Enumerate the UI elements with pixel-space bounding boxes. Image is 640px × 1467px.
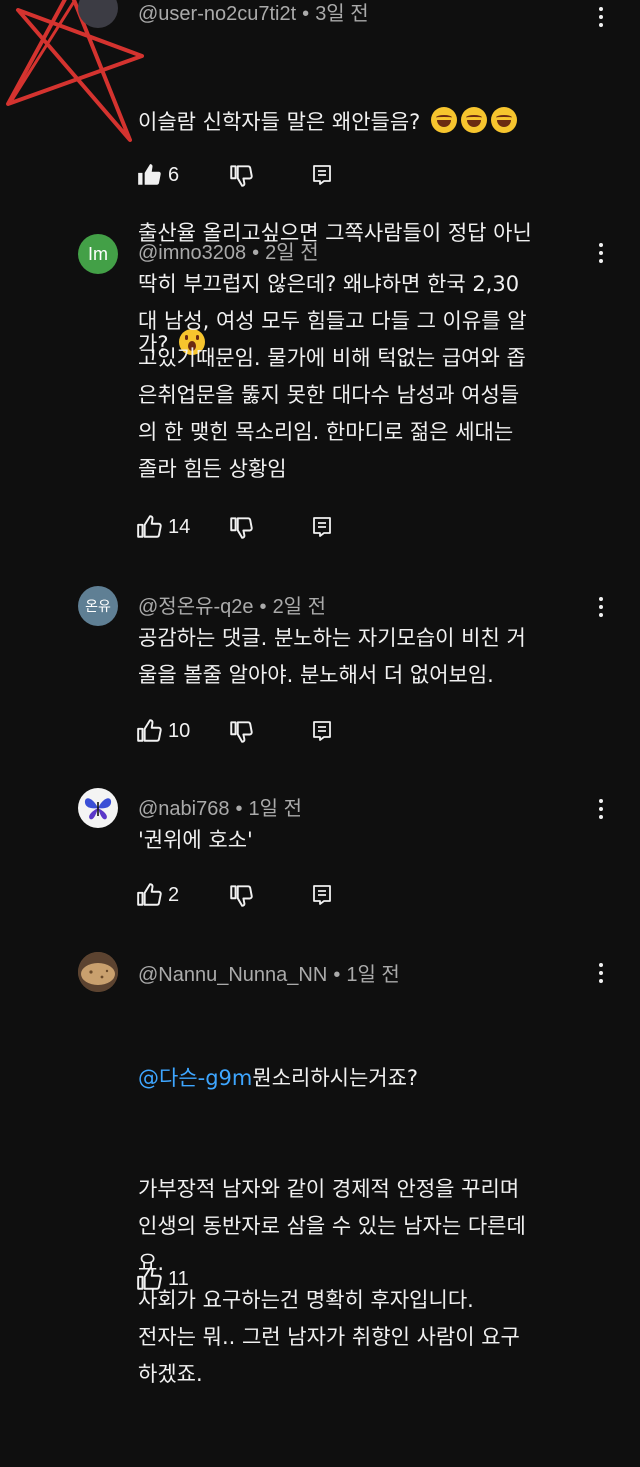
comment-meta: @Nannu_Nunna_NN • 1일 전 [138,964,400,986]
comment-1: @user-no2cu7ti2t • 3일 전 이슬람 신학자들 말은 왜안들음? … [0,0,640,356]
more-options-icon[interactable] [592,2,610,32]
face-with-tears-of-joy-icon [461,107,488,133]
avatar-initials: 온유 [85,598,111,614]
comment-time: 3일 전 [315,3,369,25]
dislike-button[interactable] [228,510,254,544]
like-button[interactable]: 6 [136,158,179,192]
comment-2: Im @imno3208 • 2일 전 딱히 부끄럽지 않은데? 왜냐하면 한국 2… [0,228,640,558]
hand-drawn-star-icon [6,0,144,142]
thumb-down-icon [230,517,253,539]
comment-meta: @imno3208 • 2일 전 [138,242,319,264]
reply-comment-icon [313,721,331,741]
more-options-icon[interactable] [592,592,610,622]
more-options-icon[interactable] [592,958,610,988]
dislike-button[interactable] [228,714,254,748]
avatar[interactable] [78,788,118,828]
more-options-icon[interactable] [592,238,610,268]
reply-button[interactable] [310,878,334,912]
comment-5: @Nannu_Nunna_NN • 1일 전 @다슨-g9m뭔소리하시는거죠? 가부… [0,948,640,1386]
comment-actions: 11 [136,1262,356,1296]
like-button[interactable]: 14 [136,510,190,544]
author-handle[interactable]: @nabi768 [138,798,229,820]
thumb-down-icon [230,165,253,187]
comment-line: 뭔소리하시는거죠? [252,1066,419,1090]
comment-actions: 2 [136,878,356,912]
potato-avatar-icon [78,952,118,992]
author-handle[interactable]: @imno3208 [138,242,246,264]
thumb-up-icon [137,719,162,742]
avatar[interactable] [78,952,118,992]
like-button[interactable]: 10 [136,714,190,748]
mention-link[interactable]: @다슨-g9m [138,1066,252,1090]
more-options-icon[interactable] [592,794,610,824]
face-with-tears-of-joy-icon [491,107,518,133]
comment-actions: 10 [136,714,356,748]
dislike-button[interactable] [228,878,254,912]
comment-time: 2일 전 [272,596,327,618]
reply-comment-icon [313,517,331,537]
thumb-up-icon [137,883,162,906]
comment-text: 공감하는 댓글. 분노하는 자기모습이 비친 거 울을 볼줄 알아야. 분노해서… [138,626,526,687]
reply-button[interactable] [310,510,334,544]
thumb-down-icon [230,885,253,907]
like-button[interactable]: 11 [136,1262,189,1296]
author-handle[interactable]: @user-no2cu7ti2t [138,3,296,25]
reply-comment-icon [313,885,331,905]
comment-text: '권위에 호소' [138,828,253,852]
like-count: 10 [168,719,191,742]
like-count: 2 [168,883,180,906]
comment-actions: 6 [136,158,356,192]
thumb-down-icon [230,721,253,743]
comment-text: @다슨-g9m뭔소리하시는거죠? 가부장적 남자와 같이 경제적 안정을 꾸리며… [138,986,608,1467]
comment-3: 온유 @정온유-q2e • 2일 전 공감하는 댓글. 분노하는 자기모습이 비친 … [0,580,640,760]
comment-text: 딱히 부끄럽지 않은데? 왜냐하면 한국 2,30 대 남성, 여성 모두 힘들… [138,272,527,481]
comment-meta: @정온유-q2e • 2일 전 [138,596,327,618]
comment-time: 1일 전 [346,964,400,986]
comment-4: @nabi768 • 1일 전 '권위에 호소' 2 [0,784,640,924]
reply-comment-icon [313,165,331,185]
comment-time: 2일 전 [265,242,319,264]
like-count: 14 [168,515,191,538]
avatar[interactable]: Im [78,234,118,274]
dislike-button[interactable] [228,158,254,192]
like-count: 6 [168,163,180,186]
like-button[interactable]: 2 [136,878,179,912]
face-with-tears-of-joy-icon [431,107,458,133]
author-handle[interactable]: @정온유-q2e [138,596,254,618]
comment-actions: 14 [136,510,356,544]
thumb-up-icon [137,515,162,538]
avatar-initials: Im [88,243,108,264]
thumb-up-filled-icon [138,164,161,185]
reply-button[interactable] [310,714,334,748]
reply-button[interactable] [310,158,334,192]
like-count: 11 [168,1267,189,1290]
thumb-up-icon [137,1267,162,1290]
comment-meta: @user-no2cu7ti2t • 3일 전 [138,3,369,25]
comment-line: 이슬람 신학자들 말은 왜안들음? [138,110,421,134]
avatar[interactable]: 온유 [78,586,118,626]
comment-meta: @nabi768 • 1일 전 [138,798,302,820]
comment-time: 1일 전 [248,798,302,820]
author-handle[interactable]: @Nannu_Nunna_NN [138,964,327,986]
butterfly-icon [84,798,112,820]
